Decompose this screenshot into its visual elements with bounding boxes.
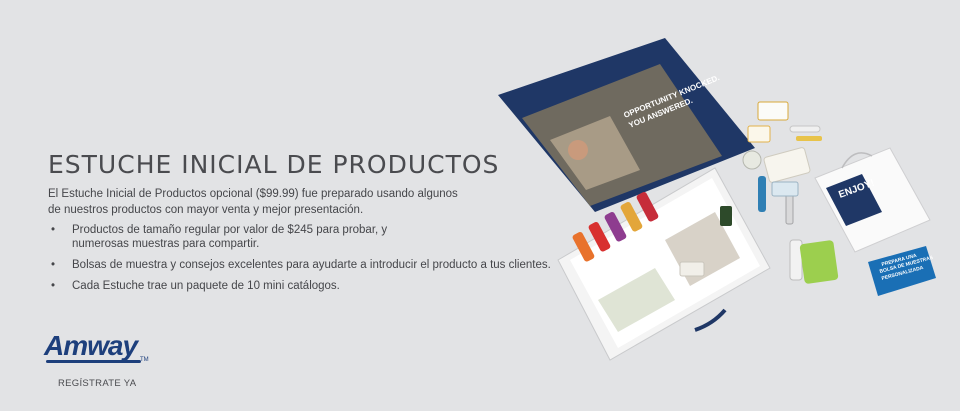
product-jar <box>679 261 705 277</box>
list-item-text: Cada Estuche trae un paquete de 10 mini … <box>72 280 340 292</box>
logo-underline <box>46 360 141 363</box>
sample-jar <box>742 150 762 170</box>
sample-bottle <box>789 239 803 281</box>
poster-person-head <box>568 140 588 160</box>
box-handle <box>694 308 727 332</box>
sample-tube <box>796 136 822 141</box>
list-item-text: Bolsas de muestra y consejos excelentes … <box>72 259 551 271</box>
list-item-text: Productos de tamaño regular por valor de… <box>72 224 388 250</box>
register-now-link[interactable]: REGÍSTRATE YA <box>58 378 136 389</box>
sample-box <box>771 181 799 197</box>
sample-bottle <box>758 176 766 212</box>
amway-logo[interactable]: Amway <box>44 330 138 362</box>
promo-banner: ESTUCHE INICIAL DE PRODUCTOS El Estuche … <box>0 0 960 411</box>
sample-pouch <box>763 147 811 183</box>
sample-box <box>757 101 789 121</box>
sample-box <box>747 125 771 143</box>
logo-trademark: TM <box>140 357 149 363</box>
product-bottle <box>720 206 732 226</box>
page-title: ESTUCHE INICIAL DE PRODUCTOS <box>48 150 500 179</box>
starter-kit-image: OPPORTUNITY KNOCKED. YOU ANSWERED. ENJOY… <box>498 38 936 361</box>
sample-wipes <box>799 240 839 284</box>
intro-text: El Estuche Inicial de Productos opcional… <box>48 188 458 216</box>
sample-tube <box>789 125 821 133</box>
